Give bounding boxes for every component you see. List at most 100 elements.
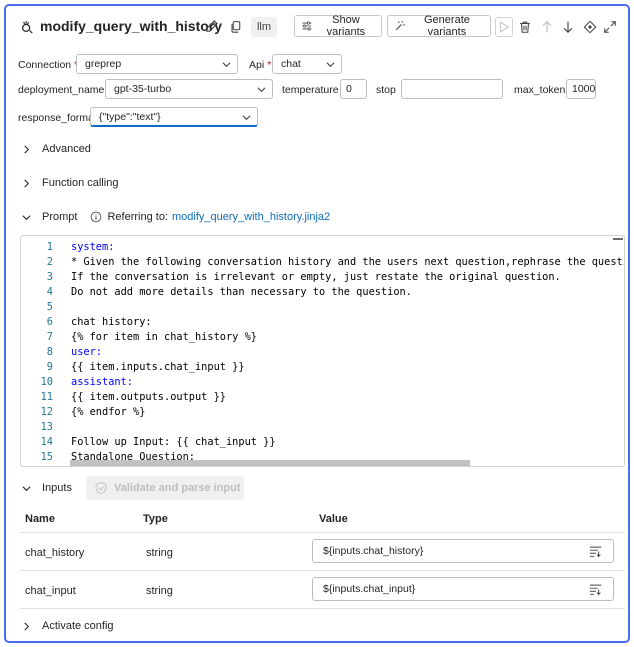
code-line: 12 {% endfor %} [21,405,624,420]
prompt-code-editor[interactable]: 1 system: 2 * Given the following conversat… [20,235,625,467]
activate-config-section-toggle[interactable]: Activate config [22,617,114,635]
line-number: 9 [46,361,53,373]
code-line: 6 chat history: [21,315,624,330]
column-header-name: Name [25,513,55,525]
expand-icon[interactable] [603,20,617,34]
info-icon[interactable] [90,211,102,223]
prompt-section-toggle[interactable]: Prompt Referring to: modify_query_with_h… [22,208,330,226]
line-number: 2 [46,256,53,268]
code-line: 11 {{ item.outputs.output }} [21,390,624,405]
line-number: 13 [40,421,53,433]
connection-value: greprep [85,58,122,70]
activate-config-section-label: Activate config [42,620,114,632]
response-format-select[interactable]: {"type":"text"} [90,107,258,127]
validate-parse-input-button[interactable]: Validate and parse input [86,476,244,500]
line-number: 10 [40,376,53,388]
generate-variants-button[interactable]: Generate variants [387,14,491,38]
response-format-value: {"type":"text"} [99,111,161,123]
input-row-type: string [146,585,173,597]
prompt-section-label: Prompt [42,211,78,223]
text-wrap-icon[interactable] [589,583,603,596]
input-value-field[interactable]: ${inputs.chat_history} [312,539,614,563]
line-text: {{ item.inputs.chat_input }} [71,361,245,373]
llm-node-panel: modify_query_with_history llm Show varia… [4,4,630,643]
code-line: 13 [21,420,624,435]
connection-label: Connection * [18,59,78,71]
node-type-badge: llm [251,17,277,37]
column-header-value: Value [319,513,348,525]
api-select[interactable]: chat [272,54,342,74]
line-text: chat history: [71,316,152,328]
function-calling-section-toggle[interactable]: Function calling [22,174,118,192]
horizontal-scrollbar[interactable] [70,460,470,466]
max-tokens-input[interactable]: 1000 [566,79,596,99]
validate-icon [95,481,107,495]
line-text: assistant: [71,376,133,388]
arrow-down-icon[interactable] [561,20,575,34]
sliders-icon [302,21,312,31]
text-wrap-icon[interactable] [589,545,603,558]
line-text: Follow up Input: {{ chat_input }} [71,436,276,448]
play-icon [499,21,510,33]
run-button[interactable] [495,17,513,37]
advanced-section-label: Advanced [42,143,91,155]
line-text: {{ item.outputs.output }} [71,391,226,403]
deployment-name-select[interactable]: gpt-35-turbo [105,79,273,99]
code-line: 8 user: [21,345,624,360]
line-number: 8 [46,346,53,358]
input-row-name: chat_history [25,547,85,559]
magic-wand-icon [395,21,405,31]
stop-label: stop [376,84,396,96]
inputs-section-label: Inputs [42,482,72,494]
inputs-section-toggle[interactable]: Inputs [22,479,72,497]
prompt-file-link[interactable]: modify_query_with_history.jinja2 [172,211,330,223]
code-line: 7 {% for item in chat_history %} [21,330,624,345]
show-variants-label: Show variants [326,14,366,38]
stop-input[interactable] [401,79,503,99]
input-value-text: ${inputs.chat_history} [323,545,424,557]
line-text: * Given the following conversation histo… [71,256,625,268]
copy-icon[interactable] [230,20,243,33]
temperature-label: temperature [282,84,339,96]
show-variants-button[interactable]: Show variants [294,14,382,38]
deployment-name-label: deployment_name * [18,84,111,96]
line-number: 12 [40,406,53,418]
locate-node-icon[interactable] [583,20,597,34]
line-text: user: [71,346,102,358]
column-header-type: Type [143,513,168,525]
table-divider [20,608,625,609]
line-text: If the conversation is irrelevant or emp… [71,271,561,283]
code-line: 5 [21,300,624,315]
table-divider [20,570,625,571]
line-text: system: [71,241,115,253]
line-number: 15 [40,451,53,463]
delete-icon[interactable] [518,20,532,34]
input-row-name: chat_input [25,585,76,597]
input-row-type: string [146,547,173,559]
vertical-scrollbar[interactable] [613,238,623,240]
generate-variants-label: Generate variants [424,14,470,38]
arrow-up-icon[interactable] [540,20,554,34]
chevron-down-icon [326,62,335,68]
code-line: 14 Follow up Input: {{ chat_input }} [21,435,624,450]
chevron-right-icon [24,622,30,630]
chevron-right-icon [24,145,30,153]
temperature-input[interactable]: 0 [340,79,367,99]
line-number: 11 [40,391,53,403]
response-format-label: response_format [18,112,97,124]
line-text: {% endfor %} [71,406,146,418]
line-number: 5 [46,301,53,313]
line-number: 3 [46,271,53,283]
advanced-section-toggle[interactable]: Advanced [22,140,91,158]
line-text: Do not add more details than necessary t… [71,286,412,298]
connection-select[interactable]: greprep [76,54,238,74]
line-number: 6 [46,316,53,328]
deployment-name-value: gpt-35-turbo [114,83,172,95]
llm-node-icon [22,20,33,34]
line-text: {% for item in chat_history %} [71,331,257,343]
chevron-down-icon [22,214,31,220]
input-value-field[interactable]: ${inputs.chat_input} [312,577,614,601]
code-line: 4 Do not add more details than necessary … [21,285,624,300]
line-number: 1 [46,241,53,253]
edit-pencil-icon[interactable] [204,19,219,34]
